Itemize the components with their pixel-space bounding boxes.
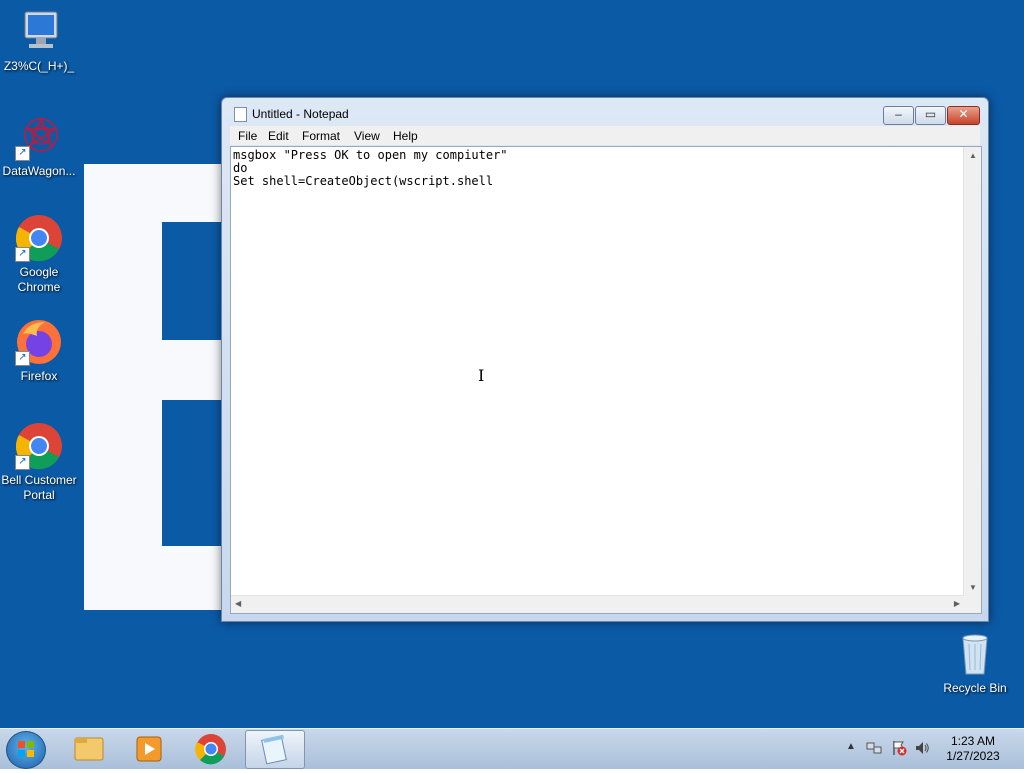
volume-icon[interactable] [914, 740, 930, 756]
start-button[interactable] [6, 731, 46, 769]
recycle-bin-icon [951, 630, 999, 678]
taskbar-file-explorer[interactable] [60, 730, 118, 767]
window-title: Untitled - Notepad [252, 107, 349, 121]
taskbar-chrome[interactable] [182, 730, 240, 767]
desktop-icon-label: Bell Customer Portal [1, 473, 77, 502]
menu-file[interactable]: File [238, 129, 257, 143]
desktop-icon-google-chrome[interactable]: ↗ Google Chrome [0, 214, 78, 295]
clock-date: 1/27/2023 [946, 749, 1000, 763]
file-explorer-icon [74, 737, 104, 761]
menu-bar: File Edit Format View Help [230, 126, 980, 145]
minimize-icon: ‒ [895, 107, 902, 121]
menu-edit[interactable]: Edit [268, 129, 289, 143]
notepad-icon [234, 107, 247, 122]
shortcut-arrow-icon: ↗ [15, 146, 30, 161]
notepad-window[interactable]: Untitled - Notepad ‒ ▭ ✕ File Edit Forma… [221, 97, 989, 622]
menu-help[interactable]: Help [393, 129, 418, 143]
editor[interactable]: msgbox "Press OK to open my compiuter" d… [230, 146, 982, 614]
computer-icon [15, 8, 63, 56]
desktop-icon-bell-customer-portal[interactable]: ↗ Bell Customer Portal [0, 422, 78, 503]
desktop-icon-recycle-bin[interactable]: Recycle Bin [936, 630, 1014, 696]
text-area[interactable]: msgbox "Press OK to open my compiuter" d… [233, 149, 961, 593]
windows-logo-icon [18, 741, 34, 757]
desktop-icon-label: Google Chrome [17, 265, 61, 294]
network-icon[interactable] [866, 740, 882, 756]
shortcut-arrow-icon: ↗ [15, 351, 30, 366]
scroll-right-icon[interactable]: ▶ [954, 599, 960, 608]
media-player-icon [136, 736, 162, 762]
taskbar: ▲ 1:23 AM 1/27/2023 [0, 728, 1024, 769]
title-bar[interactable]: Untitled - Notepad ‒ ▭ ✕ [222, 98, 988, 126]
maximize-button[interactable]: ▭ [915, 106, 946, 125]
desktop-icon-computer[interactable]: Z3%C(_H+)_ [0, 8, 78, 74]
menu-view[interactable]: View [354, 129, 380, 143]
desktop-icon-label: Recycle Bin [943, 681, 1007, 695]
text-cursor-icon: I [478, 366, 485, 385]
desktop-icon-firefox[interactable]: ↗ Firefox [0, 318, 78, 384]
taskbar-media-player[interactable] [120, 730, 178, 767]
firefox-icon: ↗ [15, 318, 63, 366]
chrome-icon: ↗ [15, 214, 63, 262]
clock-time: 1:23 AM [950, 734, 996, 748]
notepad-icon [261, 734, 287, 765]
minimize-button[interactable]: ‒ [883, 106, 914, 125]
show-hidden-icons-icon[interactable]: ▲ [846, 741, 856, 752]
scroll-left-icon[interactable]: ◀ [235, 599, 241, 608]
desktop-icon-label: Firefox [20, 369, 58, 383]
desktop-icon-label: Z3%C(_H+)_ [3, 59, 75, 73]
vertical-scrollbar[interactable]: ▲ ▼ [963, 147, 981, 596]
datawagon-icon: ↗ [15, 113, 63, 161]
chrome-icon: ↗ [15, 422, 63, 470]
desktop-icon-label: DataWagon... [2, 164, 76, 178]
menu-format[interactable]: Format [302, 129, 340, 143]
close-button[interactable]: ✕ [947, 106, 980, 125]
chrome-icon [195, 734, 226, 765]
close-icon: ✕ [958, 107, 969, 121]
desktop: Z3%C(_H+)_ ↗ DataWagon... ↗ Google Chrom… [0, 0, 1024, 728]
scroll-down-icon[interactable]: ▼ [969, 583, 977, 592]
action-center-warning-icon[interactable] [891, 740, 907, 756]
scrollbar-corner [964, 596, 981, 613]
desktop-icon-datawagon[interactable]: ↗ DataWagon... [0, 113, 78, 179]
horizontal-scrollbar[interactable]: ◀ ▶ [231, 595, 964, 613]
shortcut-arrow-icon: ↗ [15, 247, 30, 262]
taskbar-notepad[interactable] [245, 730, 305, 769]
scroll-up-icon[interactable]: ▲ [969, 151, 977, 160]
system-clock[interactable]: 1:23 AM 1/27/2023 [930, 734, 1016, 764]
maximize-icon: ▭ [924, 107, 937, 121]
shortcut-arrow-icon: ↗ [15, 455, 30, 470]
